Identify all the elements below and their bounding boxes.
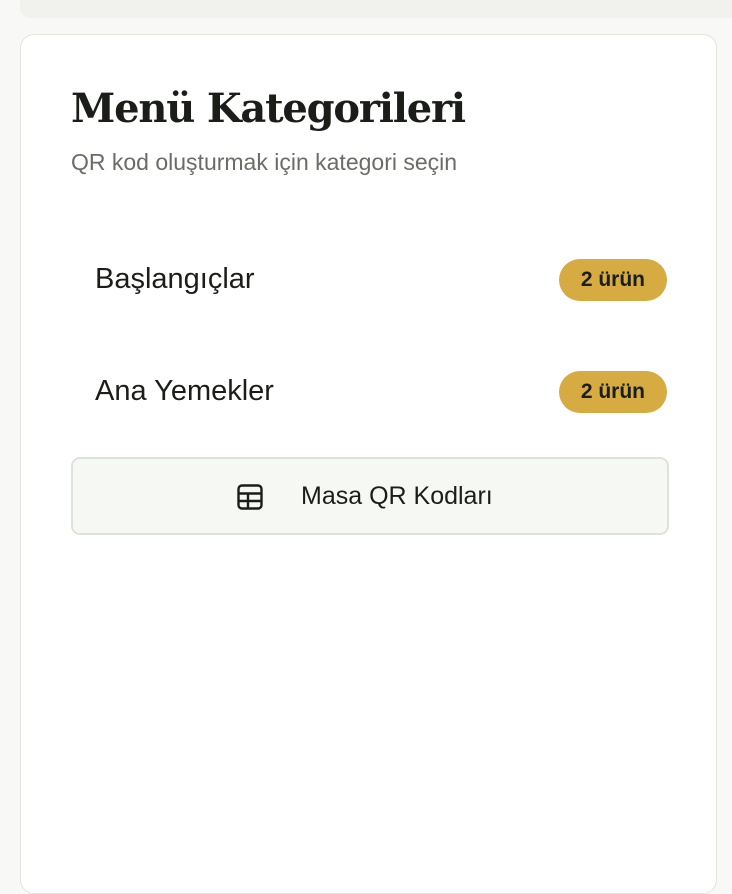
- category-item-ana-yemekler[interactable]: Ana Yemekler 2 ürün: [71, 361, 669, 425]
- category-item-baslangiclar[interactable]: Başlangıçlar 2 ürün: [71, 249, 669, 313]
- menu-categories-panel: Menü Kategorileri QR kod oluşturmak için…: [20, 34, 717, 894]
- item-count-badge: 2 ürün: [558, 371, 667, 413]
- page-title: Menü Kategorileri: [71, 85, 466, 132]
- table-qr-codes-label: Masa QR Kodları: [301, 482, 493, 510]
- category-label: Ana Yemekler: [95, 375, 274, 407]
- table-qr-codes-button[interactable]: Masa QR Kodları: [71, 457, 669, 535]
- table-grid-icon: [237, 484, 263, 510]
- top-bar: [20, 0, 732, 18]
- item-count-badge: 2 ürün: [558, 259, 667, 301]
- page-subtitle: QR kod oluşturmak için kategori seçin: [71, 149, 458, 175]
- category-label: Başlangıçlar: [95, 263, 255, 295]
